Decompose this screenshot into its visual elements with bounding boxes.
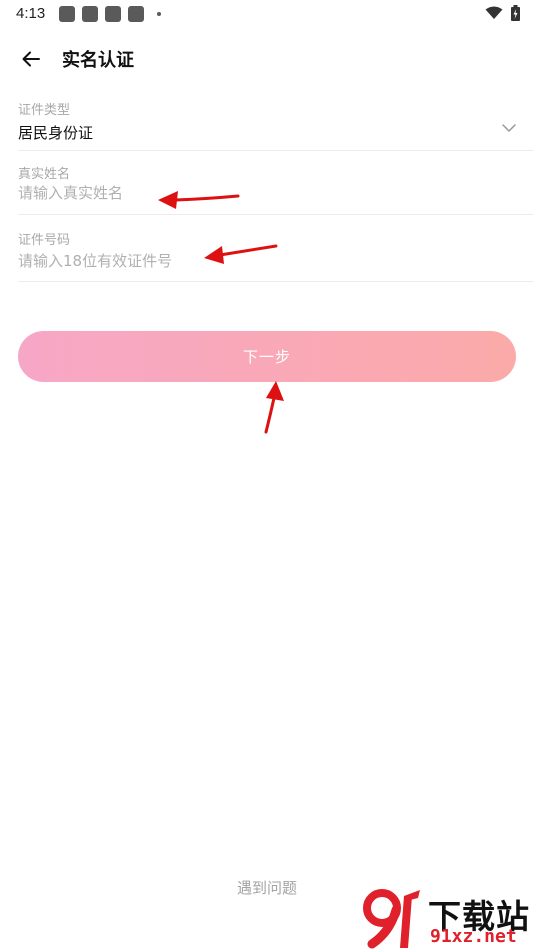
id-type-select[interactable]: 证件类型 居民身份证 (18, 96, 533, 151)
app-header: 实名认证 (0, 30, 534, 86)
id-number-input[interactable] (18, 252, 498, 270)
back-button[interactable] (18, 46, 44, 72)
id-number-row: 证件号码 (18, 226, 533, 282)
real-name-row: 真实姓名 (18, 160, 533, 215)
battery-icon (511, 5, 520, 21)
notification-icon (128, 6, 144, 22)
id-type-label: 证件类型 (18, 103, 71, 118)
notification-icon (59, 6, 75, 22)
page-title: 实名认证 (62, 50, 134, 71)
next-step-button[interactable]: 下一步 (18, 331, 516, 382)
more-notifications-icon (157, 12, 161, 16)
id-type-value: 居民身份证 (18, 124, 94, 142)
back-arrow-icon (22, 51, 40, 67)
watermark-logo: 下载站 91xz.net (360, 888, 532, 950)
notification-icon (82, 6, 98, 22)
status-time: 4:13 (16, 5, 46, 22)
wifi-icon (485, 6, 503, 19)
notification-icons (59, 6, 161, 22)
watermark-logo-icon (363, 889, 420, 949)
system-icons (485, 5, 520, 21)
real-name-input[interactable] (18, 184, 498, 202)
watermark-url: 91xz.net (430, 926, 517, 947)
annotation-arrow-icon (264, 381, 284, 434)
real-name-label: 真实姓名 (18, 167, 71, 182)
id-number-label: 证件号码 (18, 233, 71, 248)
chevron-down-icon[interactable] (501, 123, 517, 133)
status-bar: 4:13 (0, 0, 534, 28)
notification-icon (105, 6, 121, 22)
